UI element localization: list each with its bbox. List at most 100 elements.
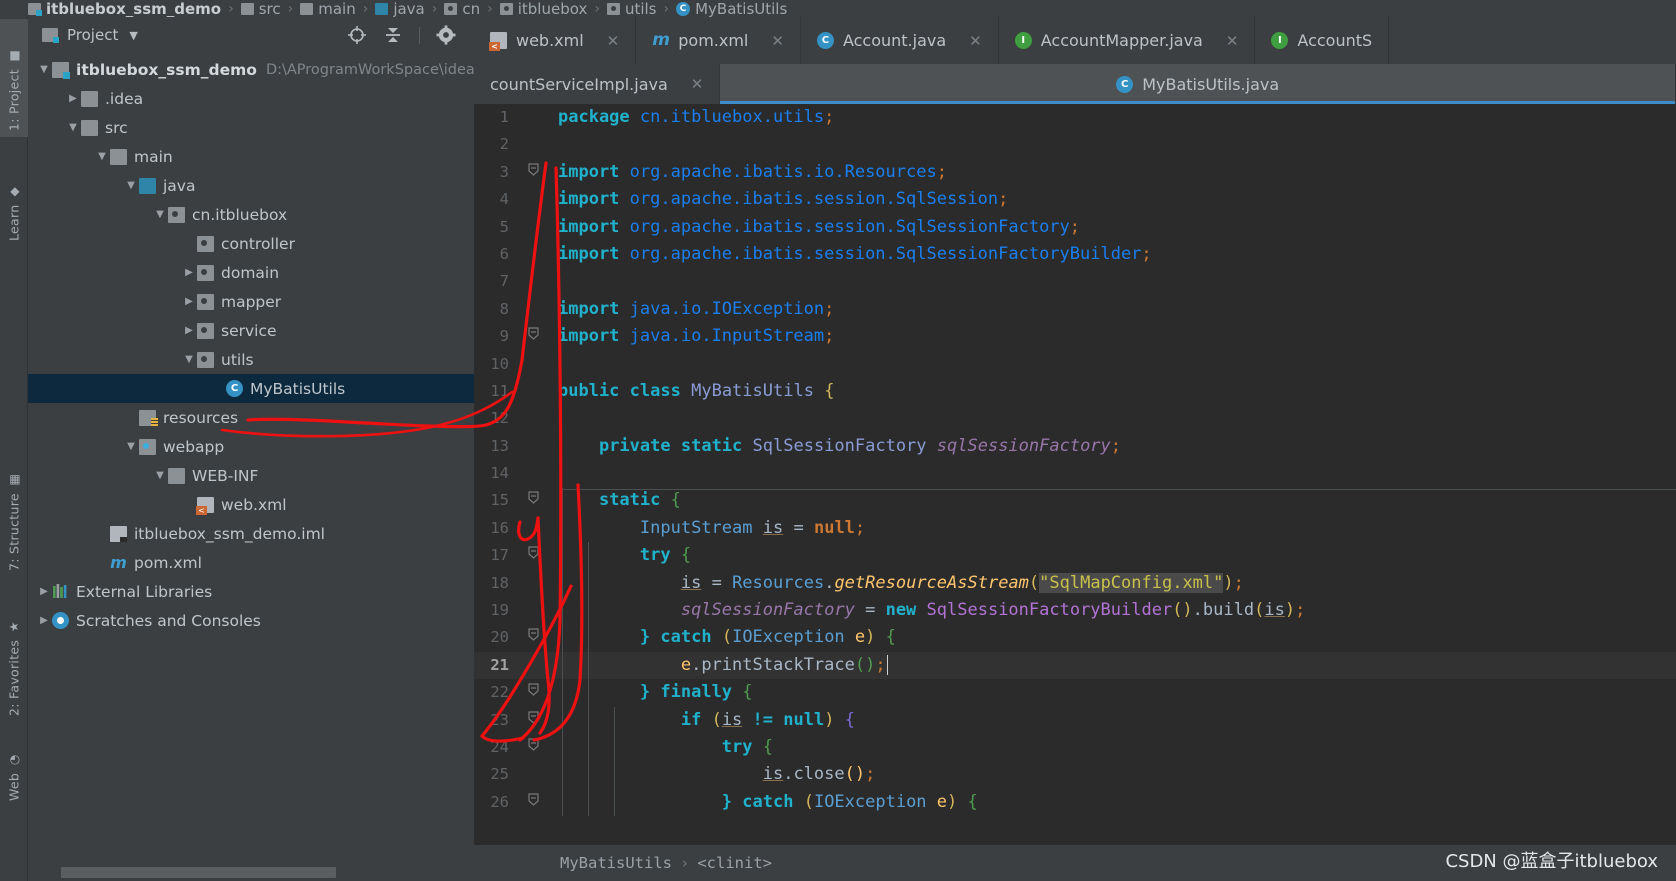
chevron-down-icon[interactable]: ▼ <box>129 29 137 42</box>
breadcrumb-item-itbluebox[interactable]: itbluebox <box>499 0 587 17</box>
code-line[interactable]: 13 private static SqlSessionFactory sqlS… <box>474 433 1676 460</box>
close-icon[interactable]: ✕ <box>691 75 704 93</box>
collapse-all-icon[interactable] <box>383 25 403 45</box>
code-line[interactable]: 23 if (is != null) { <box>474 707 1676 734</box>
code-line[interactable]: 26 } catch (IOException e) { <box>474 789 1676 816</box>
code-line[interactable]: 15 static { <box>474 487 1676 514</box>
code-line[interactable]: 3 import org.apache.ibatis.io.Resources; <box>474 159 1676 186</box>
code-line[interactable]: 25 is.close(); <box>474 761 1676 788</box>
chevron-down-icon[interactable]: ▼ <box>65 122 81 133</box>
chevron-down-icon[interactable]: ▼ <box>94 151 110 162</box>
chevron-right-icon[interactable]: ▶ <box>36 586 52 597</box>
breadcrumb-item-utils[interactable]: utils <box>606 0 656 17</box>
code-line[interactable]: 10 <box>474 351 1676 378</box>
chevron-right-icon[interactable]: ▶ <box>65 93 81 104</box>
tree-node-web-inf[interactable]: ▼ WEB-INF <box>28 461 502 490</box>
fold-marker-icon[interactable] <box>518 323 548 350</box>
chevron-right-icon[interactable]: ▶ <box>181 267 197 278</box>
tree-node-src[interactable]: ▼ src <box>28 113 502 142</box>
fold-marker-icon[interactable] <box>518 679 548 706</box>
locate-target-icon[interactable] <box>347 25 367 45</box>
tree-node--idea[interactable]: ▶ .idea <box>28 84 502 113</box>
close-icon[interactable]: ✕ <box>1226 32 1239 50</box>
chevron-right-icon[interactable]: ▶ <box>36 615 52 626</box>
breadcrumb-item-mybatisutils[interactable]: C MyBatisUtils <box>676 0 787 17</box>
tree-node-mybatisutils[interactable]: ▶C MyBatisUtils <box>28 374 502 403</box>
status-class-name[interactable]: MyBatisUtils <box>560 854 672 872</box>
code-line[interactable]: 2 <box>474 131 1676 158</box>
chevron-down-icon[interactable]: ▼ <box>36 64 52 75</box>
tool-window-tab-learn[interactable]: Learn ◆ <box>0 157 28 247</box>
fold-marker-icon[interactable] <box>518 624 548 651</box>
editor-tab-accounts[interactable]: I AccountS <box>1255 17 1390 64</box>
tree-node-utils[interactable]: ▼ utils <box>28 345 502 374</box>
code-line[interactable]: 18 is = Resources.getResourceAsStream("S… <box>474 570 1676 597</box>
tree-node-cn-itbluebox[interactable]: ▼ cn.itbluebox <box>28 200 502 229</box>
project-tree[interactable]: ▼ itbluebox_ssm_demo D:\AProgramWorkSpace\… <box>28 53 502 881</box>
code-line[interactable]: 12 <box>474 405 1676 432</box>
code-line[interactable]: 7 <box>474 268 1676 295</box>
tree-node-itbluebox-ssm-demo[interactable]: ▼ itbluebox_ssm_demo D:\AProgramWorkSpace\… <box>28 55 502 84</box>
code-line[interactable]: 21 e.printStackTrace(); <box>474 651 1676 680</box>
code-line[interactable]: 16 InputStream is = null; <box>474 515 1676 542</box>
fold-marker-icon[interactable] <box>518 159 548 186</box>
chevron-right-icon[interactable]: ▶ <box>181 325 197 336</box>
code-line[interactable]: 4 import org.apache.ibatis.session.SqlSes… <box>474 186 1676 213</box>
chevron-down-icon[interactable]: ▼ <box>152 470 168 481</box>
close-icon[interactable]: ✕ <box>771 32 784 50</box>
tool-window-tab-web[interactable]: Web ◔ <box>0 727 28 807</box>
code-line[interactable]: 19 sqlSessionFactory = new SqlSessionFac… <box>474 597 1676 624</box>
tree-node-controller[interactable]: ▶ controller <box>28 229 502 258</box>
fold-marker-icon[interactable] <box>518 707 548 734</box>
breadcrumb-item-main[interactable]: main <box>300 0 356 17</box>
breadcrumb-item-java[interactable]: java <box>375 0 425 17</box>
tree-node-service[interactable]: ▶ service <box>28 316 502 345</box>
tree-node-domain[interactable]: ▶ domain <box>28 258 502 287</box>
code-line[interactable]: 8 import java.io.IOException; <box>474 296 1676 323</box>
code-line[interactable]: 24 try { <box>474 734 1676 761</box>
chevron-down-icon[interactable]: ▼ <box>123 180 139 191</box>
chevron-right-icon[interactable]: ▶ <box>181 296 197 307</box>
settings-gear-icon[interactable] <box>436 25 456 45</box>
editor-tab-account-java[interactable]: C Account.java ✕ <box>801 17 999 64</box>
tree-node-mapper[interactable]: ▶ mapper <box>28 287 502 316</box>
editor-tab-countserviceimpl-java[interactable]: countServiceImpl.java ✕ <box>474 64 721 104</box>
tree-node-itbluebox-ssm-demo-iml[interactable]: ▶ itbluebox_ssm_demo.iml <box>28 519 502 548</box>
code-line[interactable]: 6 import org.apache.ibatis.session.SqlSes… <box>474 241 1676 268</box>
tree-node-java[interactable]: ▼ java <box>28 171 502 200</box>
scrollbar-thumb[interactable] <box>61 866 336 878</box>
status-member-name[interactable]: <clinit> <box>697 854 772 872</box>
editor-tab-web-xml[interactable]: web.xml ✕ <box>474 17 637 64</box>
chevron-down-icon[interactable]: ▼ <box>152 209 168 220</box>
editor-tab-accountmapper-java[interactable]: I AccountMapper.java ✕ <box>999 17 1256 64</box>
editor-tab-mybatisutils-java[interactable]: C MyBatisUtils.java <box>720 64 1676 104</box>
tree-node-webapp[interactable]: ▼ webapp <box>28 432 502 461</box>
project-tree-horizontal-scrollbar[interactable] <box>28 863 502 881</box>
code-line[interactable]: 20 } catch (IOException e) { <box>474 624 1676 651</box>
tree-node-external-libraries[interactable]: ▶ External Libraries <box>28 577 502 606</box>
code-lines[interactable]: 1 package cn.itbluebox.utils; 2 3 import org… <box>474 104 1676 816</box>
code-editor[interactable]: 1 package cn.itbluebox.utils; 2 3 import org… <box>474 104 1676 881</box>
close-icon[interactable]: ✕ <box>607 32 620 50</box>
tree-node-web-xml[interactable]: ▶ web.xml <box>28 490 502 519</box>
code-line[interactable]: 11 public class MyBatisUtils { <box>474 378 1676 405</box>
chevron-down-icon[interactable]: ▼ <box>181 354 197 365</box>
code-line[interactable]: 9 import java.io.InputStream; <box>474 323 1676 350</box>
code-line[interactable]: 1 package cn.itbluebox.utils; <box>474 104 1676 131</box>
breadcrumb-item-src[interactable]: src <box>240 0 281 17</box>
tree-node-main[interactable]: ▼ main <box>28 142 502 171</box>
tree-node-pom-xml[interactable]: ▶m pom.xml <box>28 548 502 577</box>
tool-window-tab-2-favorites[interactable]: 2: Favorites ★ <box>0 587 28 722</box>
code-line[interactable]: 5 import org.apache.ibatis.session.SqlSes… <box>474 214 1676 241</box>
breadcrumb-item-cn[interactable]: cn <box>444 0 480 17</box>
code-line[interactable]: 22 } finally { <box>474 679 1676 706</box>
chevron-down-icon[interactable]: ▼ <box>123 441 139 452</box>
tool-window-tab-7-structure[interactable]: 7: Structure ▦ <box>0 447 28 577</box>
fold-marker-icon[interactable] <box>518 487 548 514</box>
tool-window-tab-1-project[interactable]: 1: Project ■ <box>0 19 28 137</box>
code-line[interactable]: 14 <box>474 460 1676 487</box>
close-icon[interactable]: ✕ <box>969 32 982 50</box>
code-line[interactable]: 17 try { <box>474 542 1676 569</box>
fold-marker-icon[interactable] <box>518 542 548 569</box>
tree-node-scratches-and-consoles[interactable]: ▶ Scratches and Consoles <box>28 606 502 635</box>
